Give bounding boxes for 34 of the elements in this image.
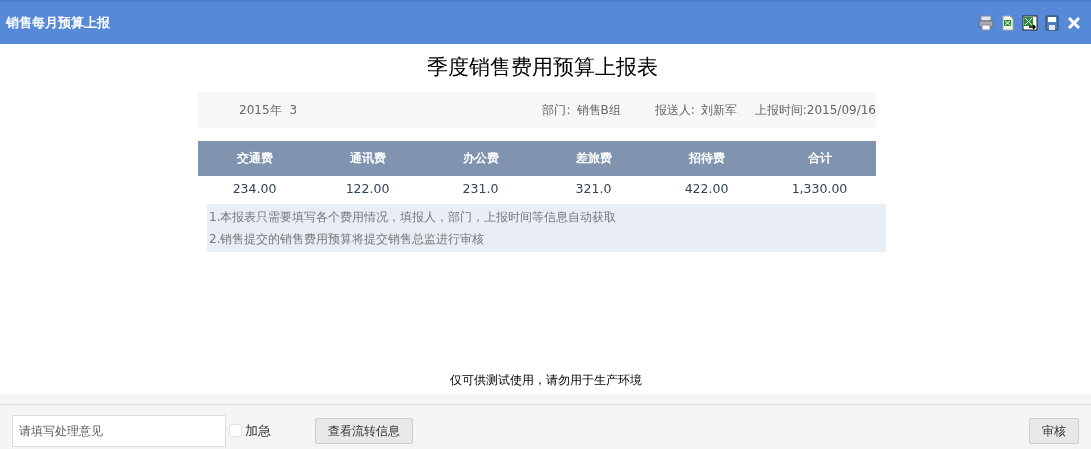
note-text: 1.本报表只需要填写各个费用情况，填报人，部门，上报时间等信息自动获取 (209, 209, 617, 224)
report-title: 季度销售费用预算上报表 (426, 55, 658, 79)
urgent-label: 加急 (245, 421, 271, 440)
department-value: 销售B组 (576, 101, 621, 119)
table-cell-text: 1,330.00 (790, 180, 849, 199)
reporter-label: 报送人: (654, 101, 695, 119)
spreadsheet-export-icon[interactable] (1022, 15, 1038, 31)
reporter-value: 刘新军 (700, 101, 737, 119)
column-header: 办公费 (461, 150, 500, 167)
column-header: 招待费 (687, 150, 726, 167)
column-header: 合计 (806, 150, 833, 167)
period-year: 2015年 (239, 101, 282, 119)
table-cell-text: 122.00 (344, 180, 391, 199)
notice-text: 仅可供测试使用，请勿用于生产环境 (449, 373, 642, 387)
urgent-checkbox[interactable] (229, 424, 242, 437)
table-cell-text: 234.00 (231, 180, 278, 199)
report-time: 上报时间:2015/09/16 (754, 101, 876, 119)
spreadsheet-icon[interactable] (1000, 15, 1016, 31)
period-month: 3 (289, 101, 298, 119)
printer-icon[interactable] (978, 15, 994, 31)
table-cell-text: 422.00 (683, 180, 730, 199)
history-button[interactable]: 查看流转信息 (315, 417, 413, 444)
department-label: 部门: (542, 101, 571, 119)
table-cell-text: 321.0 (574, 180, 613, 199)
opinion-field[interactable]: 请填写处理意见 (12, 414, 226, 447)
window-title: 销售每月预算上报 (6, 14, 110, 33)
column-header: 差旅费 (574, 150, 613, 167)
close-icon[interactable] (1066, 15, 1082, 31)
note-text: 2.销售提交的销售费用预算将提交销售总监进行审核 (209, 231, 485, 246)
table-cell-text: 231.0 (461, 180, 500, 199)
column-header: 交通费 (235, 150, 274, 167)
approve-button[interactable]: 审核 (1029, 417, 1079, 444)
column-header: 通讯费 (348, 150, 387, 167)
save-icon[interactable] (1044, 15, 1060, 31)
